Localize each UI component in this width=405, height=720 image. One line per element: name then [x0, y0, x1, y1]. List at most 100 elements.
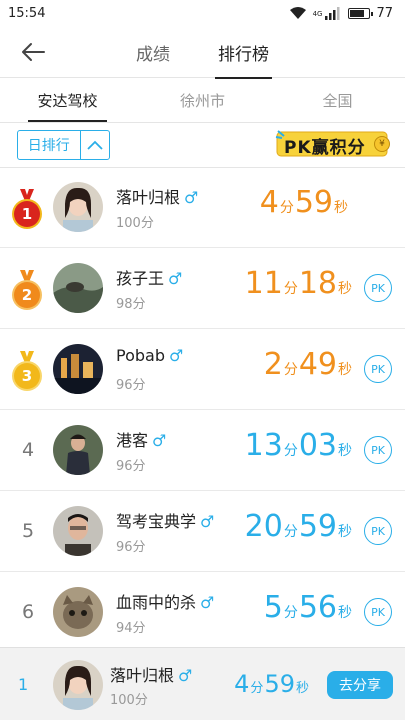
- completion-time: 13 分 03 秒: [245, 428, 353, 463]
- avatar[interactable]: [53, 587, 103, 637]
- minutes-unit: 分: [283, 443, 298, 459]
- user-name: Pobab ♂: [116, 346, 183, 365]
- time-minutes: 5: [263, 590, 283, 625]
- user-name-text: 血雨中的杀: [116, 593, 197, 612]
- ranking-period-dropdown[interactable]: 日排行: [17, 130, 110, 160]
- share-button[interactable]: 去分享: [327, 671, 393, 699]
- user-score: 94分: [116, 621, 146, 636]
- pk-button[interactable]: PK: [364, 274, 392, 302]
- scope-tabs: 安达驾校 徐州市 全国: [0, 79, 405, 123]
- pk-button[interactable]: PK: [364, 436, 392, 464]
- leaderboard-list: 1 落叶归根 ♂ 100分 4 分 59 秒 2 孩子王 ♂ 98分 11 分 18 秒 PK …: [0, 167, 405, 653]
- seconds-unit: 秒: [338, 362, 352, 378]
- seconds-unit: 秒: [295, 681, 309, 696]
- leaderboard-row[interactable]: 2 孩子王 ♂ 98分 11 分 18 秒 PK: [0, 248, 405, 329]
- tab-school[interactable]: 安达驾校: [0, 79, 135, 122]
- user-name-text: 落叶归根: [110, 666, 175, 685]
- time-minutes: 11: [244, 266, 283, 301]
- pk-earn-points-banner[interactable]: PK赢积分 ¥: [274, 127, 394, 161]
- gold-medal-icon: 1: [12, 189, 42, 229]
- avatar[interactable]: [53, 506, 103, 556]
- time-seconds: 03: [298, 428, 337, 463]
- user-name-text: 港客: [116, 431, 149, 450]
- male-icon: ♂: [178, 666, 193, 685]
- leaderboard-row[interactable]: 1 落叶归根 ♂ 100分 4 分 59 秒: [0, 167, 405, 248]
- tab-national[interactable]: 全国: [270, 79, 405, 122]
- avatar[interactable]: [53, 425, 103, 475]
- network-type-label: 4G: [312, 9, 323, 18]
- wifi-icon: [289, 7, 306, 19]
- my-rank-bar: 1 落叶归根 ♂ 100分 4 分 59 秒 去分享: [0, 647, 405, 720]
- user-name: 港客 ♂: [116, 427, 166, 451]
- time-minutes: 2: [263, 347, 283, 382]
- medal-rank-number: 1: [14, 201, 40, 227]
- chevron-up-icon: [81, 140, 109, 150]
- seconds-unit: 秒: [338, 524, 352, 540]
- pk-button[interactable]: PK: [364, 517, 392, 545]
- battery-icon: [348, 7, 374, 19]
- ranking-period-label: 日排行: [27, 138, 70, 154]
- completion-time: 20 分 59 秒: [245, 509, 353, 544]
- male-icon: ♂: [168, 269, 183, 288]
- male-icon: ♂: [184, 188, 199, 207]
- pk-button[interactable]: PK: [364, 598, 392, 626]
- status-icons: 4G 77: [289, 6, 393, 21]
- avatar[interactable]: [53, 182, 103, 232]
- time-seconds: 49: [298, 347, 337, 382]
- tab-leaderboard[interactable]: 排行榜: [215, 26, 272, 79]
- leaderboard-row[interactable]: 3 Pobab ♂ 96分 2 分 49 秒 PK: [0, 329, 405, 410]
- rank-number: 6: [21, 601, 35, 623]
- silver-medal-icon: 2: [12, 270, 42, 310]
- completion-time: 5 分 56 秒: [264, 590, 353, 625]
- seconds-unit: 秒: [338, 605, 352, 621]
- status-time: 15:54: [8, 5, 46, 21]
- user-score: 96分: [116, 540, 146, 555]
- seconds-unit: 秒: [338, 281, 352, 297]
- my-user-name: 落叶归根 ♂: [110, 662, 192, 686]
- male-icon: ♂: [168, 346, 184, 365]
- status-bar: 15:54 4G 77: [0, 0, 405, 26]
- completion-time: 4 分 59 秒: [260, 185, 349, 220]
- leaderboard-row[interactable]: 4 港客 ♂ 96分 13 分 03 秒 PK: [0, 410, 405, 491]
- filter-row: 日排行 PK赢积分 ¥: [0, 124, 405, 168]
- minutes-unit: 分: [283, 362, 298, 378]
- leaderboard-row[interactable]: 5 驾考宝典学 ♂ 96分 20 分 59 秒 PK: [0, 491, 405, 572]
- avatar[interactable]: [53, 263, 103, 313]
- male-icon: ♂: [152, 431, 167, 450]
- time-seconds: 18: [298, 266, 337, 301]
- user-name-text: 落叶归根: [116, 188, 181, 207]
- my-score: 100分: [110, 693, 148, 708]
- battery-fill: [350, 9, 365, 17]
- user-score: 96分: [116, 459, 146, 474]
- coin-icon: ¥: [374, 136, 390, 152]
- user-score: 98分: [116, 297, 146, 312]
- my-rank-number: 1: [18, 675, 29, 694]
- user-score: 96分: [116, 378, 146, 393]
- minutes-unit: 分: [283, 605, 298, 621]
- time-minutes: 20: [244, 509, 283, 544]
- tab-city[interactable]: 徐州市: [135, 79, 270, 122]
- time-seconds: 56: [298, 590, 337, 625]
- rank-number: 5: [21, 520, 35, 542]
- user-score: 100分: [116, 216, 154, 231]
- tab-scores[interactable]: 成绩: [136, 26, 170, 78]
- user-name: 落叶归根 ♂: [116, 184, 198, 208]
- user-name: 孩子王 ♂: [116, 265, 182, 289]
- nav-tabs: 成绩 排行榜: [0, 26, 405, 79]
- user-name: 驾考宝典学 ♂: [116, 508, 214, 532]
- avatar[interactable]: [53, 344, 103, 394]
- pk-button[interactable]: PK: [364, 355, 392, 383]
- battery-percent: 77: [376, 5, 393, 21]
- pk-banner-text: PK赢积分: [284, 138, 366, 158]
- minutes-unit: 分: [283, 524, 298, 540]
- top-navigation: 成绩 排行榜: [0, 26, 405, 79]
- time-minutes: 13: [244, 428, 283, 463]
- completion-time: 2 分 49 秒: [264, 347, 353, 382]
- time-seconds: 59: [294, 185, 333, 220]
- user-name: 血雨中的杀 ♂: [116, 589, 214, 613]
- seconds-unit: 秒: [338, 443, 352, 459]
- my-avatar[interactable]: [53, 660, 103, 710]
- bronze-medal-icon: 3: [12, 351, 42, 391]
- leaderboard-row[interactable]: 6 血雨中的杀 ♂ 94分 5 分 56 秒 PK: [0, 572, 405, 653]
- seconds-unit: 秒: [334, 200, 348, 216]
